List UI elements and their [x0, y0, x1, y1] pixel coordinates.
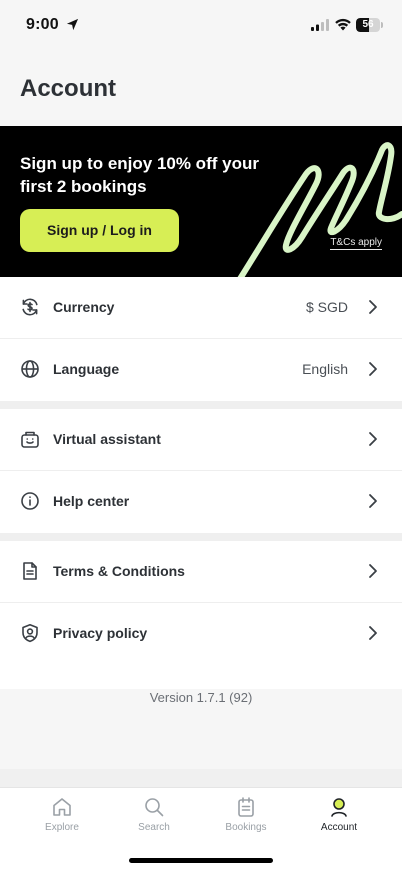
- help-center-row[interactable]: Help center: [0, 471, 402, 533]
- shield-user-icon: [22, 624, 38, 643]
- brand-swoosh-graphic: [235, 142, 402, 285]
- section-divider: [0, 533, 402, 541]
- terms-conditions-row[interactable]: Terms & Conditions: [0, 541, 402, 603]
- bot-icon: [21, 431, 39, 448]
- virtual-assistant-row[interactable]: Virtual assistant: [0, 409, 402, 471]
- currency-row[interactable]: Currency $ SGD: [0, 277, 402, 339]
- currency-value: $ SGD: [305, 299, 348, 315]
- terms-apply-link[interactable]: T&Cs apply: [330, 237, 382, 250]
- cellular-signal-icon: [311, 19, 329, 31]
- signup-login-button[interactable]: Sign up / Log in: [20, 209, 179, 252]
- status-bar: 9:00 56: [0, 0, 402, 50]
- home-icon: [53, 798, 71, 816]
- chevron-right-icon: [369, 300, 377, 314]
- tab-search-label: Search: [138, 822, 170, 833]
- page-title: Account: [20, 75, 116, 102]
- section-divider: [0, 401, 402, 409]
- search-icon: [145, 798, 164, 817]
- battery-percentage: 56: [362, 19, 374, 30]
- account-icon: [331, 798, 347, 817]
- help-center-label: Help center: [53, 493, 130, 509]
- chevron-right-icon: [369, 432, 377, 446]
- battery-indicator: 56: [356, 18, 383, 32]
- signup-promo-banner: Sign up to enjoy 10% off your first 2 bo…: [0, 126, 402, 286]
- status-time: 9:00: [26, 16, 59, 33]
- privacy-policy-label: Privacy policy: [53, 625, 148, 641]
- promo-headline: Sign up to enjoy 10% off your first 2 bo…: [20, 154, 259, 196]
- chevron-right-icon: [369, 494, 377, 508]
- tab-bookings[interactable]: Bookings: [200, 796, 292, 840]
- chevron-right-icon: [369, 626, 377, 640]
- location-arrow-icon: [66, 18, 79, 31]
- chevron-right-icon: [369, 564, 377, 578]
- info-icon: [21, 492, 39, 510]
- globe-icon: [21, 360, 39, 378]
- bookings-icon: [238, 797, 254, 817]
- language-label: Language: [53, 361, 120, 377]
- virtual-assistant-label: Virtual assistant: [53, 431, 161, 447]
- tab-account[interactable]: Account: [293, 796, 385, 840]
- document-icon: [23, 562, 37, 580]
- wifi-icon: [335, 18, 351, 31]
- chevron-right-icon: [369, 362, 377, 376]
- tab-explore-label: Explore: [45, 822, 79, 833]
- terms-conditions-label: Terms & Conditions: [53, 563, 185, 579]
- language-row[interactable]: Language English: [0, 339, 402, 401]
- tab-account-label: Account: [320, 822, 358, 833]
- home-indicator: [129, 858, 273, 863]
- currency-exchange-icon: [22, 298, 38, 316]
- tab-search[interactable]: Search: [108, 796, 200, 840]
- footer-band: [0, 769, 402, 787]
- language-value: English: [302, 361, 348, 377]
- app-version: Version 1.7.1 (92): [149, 690, 253, 705]
- privacy-policy-row[interactable]: Privacy policy: [0, 603, 402, 665]
- tab-explore[interactable]: Explore: [16, 796, 108, 840]
- tab-bookings-label: Bookings: [225, 822, 267, 833]
- settings-list: Currency $ SGD Language English Virtual …: [0, 277, 402, 689]
- currency-label: Currency: [53, 299, 115, 315]
